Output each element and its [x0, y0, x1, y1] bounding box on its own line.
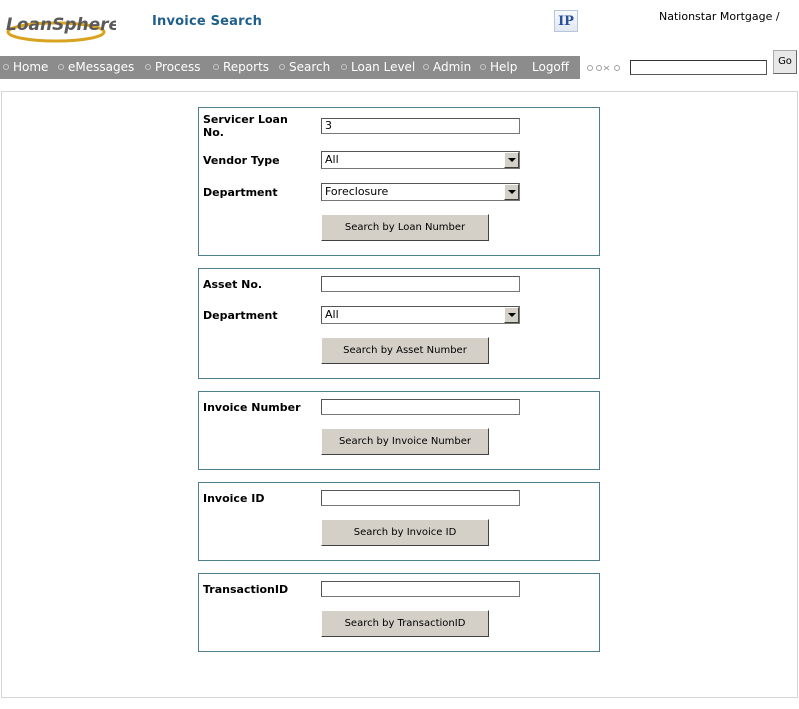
- bullet-icon: [279, 63, 285, 70]
- nav-help[interactable]: Help: [480, 56, 517, 79]
- servicer-loan-input[interactable]: 3: [321, 118, 520, 134]
- loan-search-panel: Servicer Loan No. 3 Vendor Type All Depar…: [198, 107, 600, 256]
- search-by-invoice-id-button[interactable]: Search by Invoice ID: [321, 519, 489, 546]
- invoice-number-panel: Invoice Number Search by Invoice Number: [198, 391, 600, 470]
- nav-process[interactable]: Process: [145, 56, 201, 79]
- bullet-icon: [480, 63, 486, 70]
- nav-emessages[interactable]: eMessages: [58, 56, 134, 79]
- search-by-asset-number-button[interactable]: Search by Asset Number: [321, 337, 489, 364]
- search-by-invoice-number-button[interactable]: Search by Invoice Number: [321, 428, 489, 455]
- go-button[interactable]: Go: [773, 50, 797, 74]
- vendor-type-label: Vendor Type: [203, 154, 280, 167]
- nav-search[interactable]: Search: [279, 56, 330, 79]
- search-input[interactable]: [630, 60, 767, 75]
- loansphere-logo: LoanSphere: [4, 10, 116, 44]
- transaction-id-panel: TransactionID Search by TransactionID: [198, 573, 600, 652]
- chevron-down-icon[interactable]: [504, 152, 519, 168]
- nav-home[interactable]: Home: [3, 56, 48, 79]
- nav-loan-level[interactable]: Loan Level: [341, 56, 415, 79]
- invoice-number-label: Invoice Number: [203, 401, 301, 414]
- nav-logoff[interactable]: Logoff: [532, 56, 569, 79]
- nav-logoff-label: Logoff: [532, 60, 570, 74]
- asset-department-select[interactable]: All: [321, 306, 520, 324]
- nav-search-label: Search: [289, 60, 331, 74]
- bullet-icon: [213, 63, 219, 70]
- chevron-down-icon[interactable]: [504, 184, 519, 200]
- ip-icon[interactable]: IP: [554, 10, 578, 32]
- bullet-icon: [341, 63, 347, 70]
- asset-no-label: Asset No.: [203, 278, 263, 291]
- nav-help-label: Help: [490, 60, 518, 74]
- vendor-type-select[interactable]: All: [321, 151, 520, 169]
- nav-emessages-label: eMessages: [68, 60, 135, 74]
- asset-no-input[interactable]: [321, 276, 520, 292]
- invoice-id-label: Invoice ID: [203, 492, 265, 505]
- chevron-down-icon[interactable]: [504, 307, 519, 323]
- main-nav: Home eMessages Process Reports Search Lo…: [0, 56, 580, 79]
- search-icon: [586, 63, 622, 73]
- company-name: Nationstar Mortgage /: [659, 10, 780, 23]
- transaction-id-input[interactable]: [321, 581, 520, 597]
- department-select[interactable]: Foreclosure: [321, 183, 520, 201]
- asset-search-panel: Asset No. Department All Search by Asset…: [198, 268, 600, 379]
- transaction-id-label: TransactionID: [203, 583, 289, 596]
- bullet-icon: [3, 63, 9, 70]
- asset-department-value: All: [325, 308, 339, 321]
- search-by-loan-number-button[interactable]: Search by Loan Number: [321, 214, 489, 241]
- nav-reports[interactable]: Reports: [213, 56, 269, 79]
- invoice-number-input[interactable]: [321, 399, 520, 415]
- vendor-type-value: All: [325, 153, 339, 166]
- department-label: Department: [203, 186, 278, 199]
- servicer-loan-label: Servicer Loan No.: [203, 113, 288, 139]
- nav-loan-level-label: Loan Level: [351, 60, 416, 74]
- page-title: Invoice Search: [152, 14, 263, 29]
- asset-department-label: Department: [203, 309, 278, 322]
- logo-text: LoanSphere: [6, 15, 116, 35]
- bullet-icon: [145, 63, 151, 70]
- nav-home-label: Home: [13, 60, 49, 74]
- nav-reports-label: Reports: [223, 60, 270, 74]
- search-by-transaction-id-button[interactable]: Search by TransactionID: [321, 610, 489, 637]
- bullet-icon: [58, 63, 64, 70]
- nav-admin-label: Admin: [433, 60, 472, 74]
- department-value: Foreclosure: [325, 185, 389, 198]
- nav-admin[interactable]: Admin: [423, 56, 471, 79]
- nav-process-label: Process: [155, 60, 201, 74]
- bullet-icon: [423, 63, 429, 70]
- invoice-id-input[interactable]: [321, 490, 520, 506]
- invoice-id-panel: Invoice ID Search by Invoice ID: [198, 482, 600, 561]
